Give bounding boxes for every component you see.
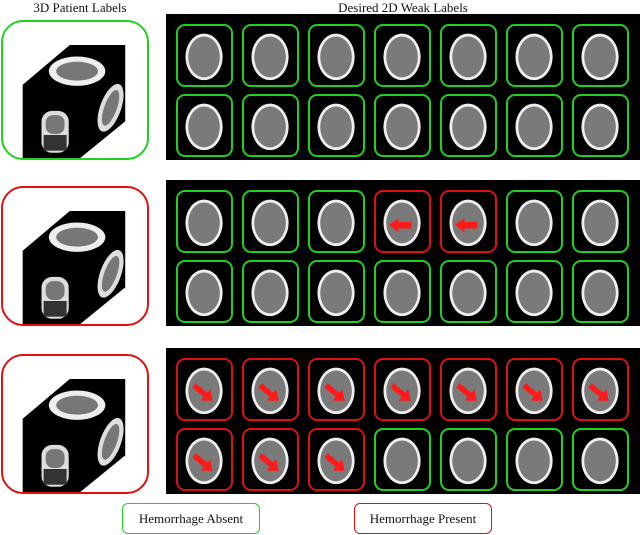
ct-slice-present bbox=[242, 358, 299, 421]
ct-slice-absent bbox=[506, 94, 563, 157]
ct-slice-present bbox=[176, 358, 233, 421]
ct-slice-absent bbox=[440, 428, 497, 491]
ct-slice-present bbox=[242, 428, 299, 491]
ct-slice-absent bbox=[308, 94, 365, 157]
ct-slice-present bbox=[506, 358, 563, 421]
ct-slice-absent bbox=[572, 428, 629, 491]
patient-volume-cube bbox=[1, 186, 149, 326]
ct-slice-absent bbox=[572, 260, 629, 323]
ct-slice-absent bbox=[506, 428, 563, 491]
ct-slice-absent bbox=[242, 260, 299, 323]
ct-slice-absent bbox=[506, 260, 563, 323]
ct-slice-absent bbox=[572, 190, 629, 253]
ct-slice-absent bbox=[572, 94, 629, 157]
ct-slice-present bbox=[374, 190, 431, 253]
ct-slice-absent bbox=[572, 24, 629, 87]
ct-slice-absent bbox=[374, 94, 431, 157]
ct-slice-absent bbox=[308, 260, 365, 323]
ct-slice-present bbox=[308, 428, 365, 491]
legend-hemorrhage-present: Hemorrhage Present bbox=[354, 503, 492, 534]
header-3d-patient-labels: 3D Patient Labels bbox=[33, 0, 127, 15]
ct-slice-present bbox=[572, 358, 629, 421]
ct-slice-absent bbox=[374, 428, 431, 491]
ct-slice-absent bbox=[176, 260, 233, 323]
ct-slice-present bbox=[176, 428, 233, 491]
ct-slice-absent bbox=[440, 24, 497, 87]
ct-slice-present bbox=[374, 358, 431, 421]
ct-slice-absent bbox=[374, 24, 431, 87]
ct-slice-absent bbox=[176, 94, 233, 157]
patient-volume-cube bbox=[1, 20, 149, 160]
legend-hemorrhage-absent: Hemorrhage Absent bbox=[122, 503, 260, 534]
ct-slice-absent bbox=[242, 94, 299, 157]
ct-slice-absent bbox=[506, 24, 563, 87]
ct-slice-present bbox=[308, 358, 365, 421]
patient-volume-cube bbox=[1, 354, 149, 494]
ct-slice-present bbox=[440, 358, 497, 421]
ct-slice-absent bbox=[308, 24, 365, 87]
ct-slice-absent bbox=[506, 190, 563, 253]
ct-slice-absent bbox=[440, 260, 497, 323]
ct-slice-absent bbox=[374, 260, 431, 323]
ct-slice-absent bbox=[440, 94, 497, 157]
ct-slice-absent bbox=[242, 24, 299, 87]
ct-slice-absent bbox=[176, 24, 233, 87]
ct-slice-absent bbox=[242, 190, 299, 253]
ct-slice-present bbox=[440, 190, 497, 253]
ct-slice-absent bbox=[308, 190, 365, 253]
ct-slice-absent bbox=[176, 190, 233, 253]
